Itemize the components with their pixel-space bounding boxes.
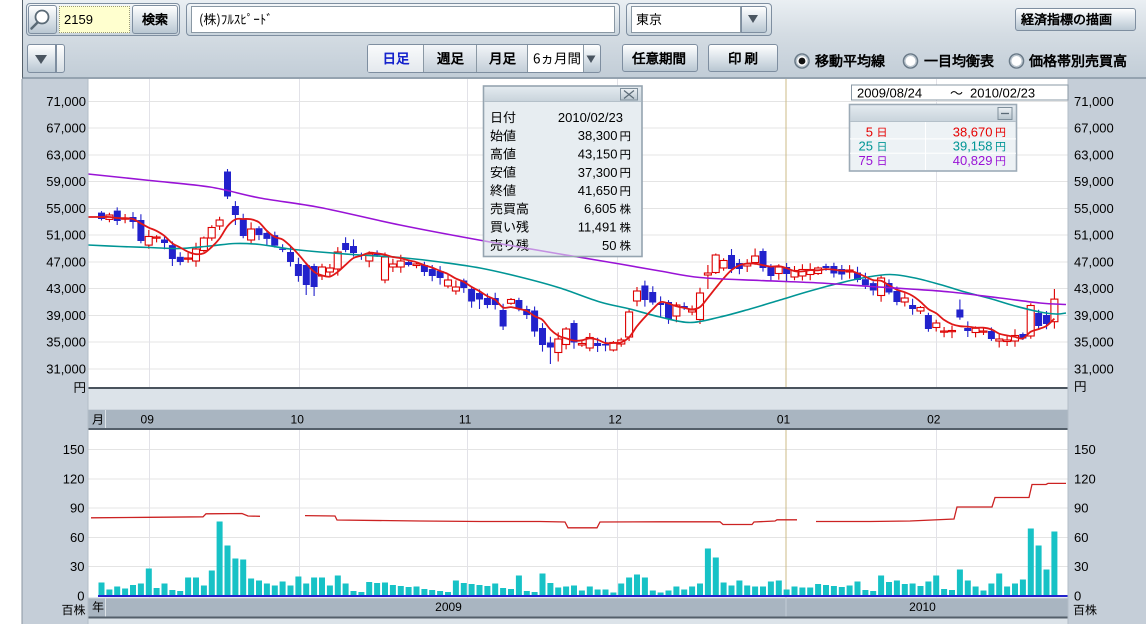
svg-text:90: 90 xyxy=(1074,501,1088,516)
svg-text:5: 5 xyxy=(866,124,873,139)
svg-text:71,000: 71,000 xyxy=(46,94,86,109)
svg-text:11,491: 11,491 xyxy=(578,220,617,235)
svg-text:63,000: 63,000 xyxy=(46,147,86,162)
svg-text:02: 02 xyxy=(927,413,941,427)
svg-text:43,150: 43,150 xyxy=(578,147,618,162)
svg-text:10: 10 xyxy=(291,413,305,427)
svg-text:2010: 2010 xyxy=(909,600,936,614)
svg-text:55,000: 55,000 xyxy=(1074,201,1114,216)
svg-text:43,000: 43,000 xyxy=(46,281,86,296)
svg-text:0: 0 xyxy=(77,589,84,604)
svg-text:2010/02/23: 2010/02/23 xyxy=(558,110,623,125)
svg-text:40,829: 40,829 xyxy=(953,153,993,168)
svg-text:35,000: 35,000 xyxy=(1074,335,1114,350)
svg-text:09: 09 xyxy=(141,413,155,427)
svg-text:01: 01 xyxy=(777,413,791,427)
svg-text:67,000: 67,000 xyxy=(46,121,86,136)
svg-text:6,605: 6,605 xyxy=(584,201,617,216)
svg-text:11: 11 xyxy=(459,413,472,427)
svg-text:37,300: 37,300 xyxy=(578,165,618,180)
svg-text:150: 150 xyxy=(1074,442,1096,457)
svg-text:30: 30 xyxy=(70,559,84,574)
svg-text:47,000: 47,000 xyxy=(1074,254,1114,269)
svg-text:59,000: 59,000 xyxy=(46,174,86,189)
svg-text:2159: 2159 xyxy=(64,12,93,27)
svg-text:2009: 2009 xyxy=(435,600,462,614)
svg-text:75: 75 xyxy=(859,153,873,168)
svg-text:38,300: 38,300 xyxy=(578,128,618,143)
svg-text:38,670: 38,670 xyxy=(953,124,993,139)
svg-text:90: 90 xyxy=(70,501,84,516)
svg-text:150: 150 xyxy=(63,442,85,457)
svg-text:41,650: 41,650 xyxy=(578,183,618,198)
svg-text:71,000: 71,000 xyxy=(1074,94,1114,109)
svg-text:31,000: 31,000 xyxy=(1074,361,1114,376)
svg-text:30: 30 xyxy=(1074,559,1088,574)
svg-text:39,000: 39,000 xyxy=(46,308,86,323)
svg-text:25: 25 xyxy=(859,139,873,154)
svg-text:60: 60 xyxy=(1074,530,1088,545)
svg-text:55,000: 55,000 xyxy=(46,201,86,216)
svg-text:2010/02/23: 2010/02/23 xyxy=(970,86,1035,101)
svg-text:51,000: 51,000 xyxy=(1074,228,1114,243)
svg-text:59,000: 59,000 xyxy=(1074,174,1114,189)
svg-text:39,000: 39,000 xyxy=(1074,308,1114,323)
svg-text:39,158: 39,158 xyxy=(953,139,993,154)
svg-text:43,000: 43,000 xyxy=(1074,281,1114,296)
svg-text:12: 12 xyxy=(608,413,622,427)
svg-text:2009/08/24: 2009/08/24 xyxy=(857,86,922,101)
svg-text:31,000: 31,000 xyxy=(46,361,86,376)
svg-text:35,000: 35,000 xyxy=(46,335,86,350)
svg-text:63,000: 63,000 xyxy=(1074,147,1114,162)
svg-text:51,000: 51,000 xyxy=(46,228,86,243)
svg-text:50: 50 xyxy=(602,238,616,253)
svg-text:67,000: 67,000 xyxy=(1074,121,1114,136)
svg-text:47,000: 47,000 xyxy=(46,254,86,269)
svg-text:120: 120 xyxy=(1074,471,1096,486)
svg-text:0: 0 xyxy=(1074,589,1081,604)
svg-text:60: 60 xyxy=(70,530,84,545)
svg-text:120: 120 xyxy=(63,471,85,486)
